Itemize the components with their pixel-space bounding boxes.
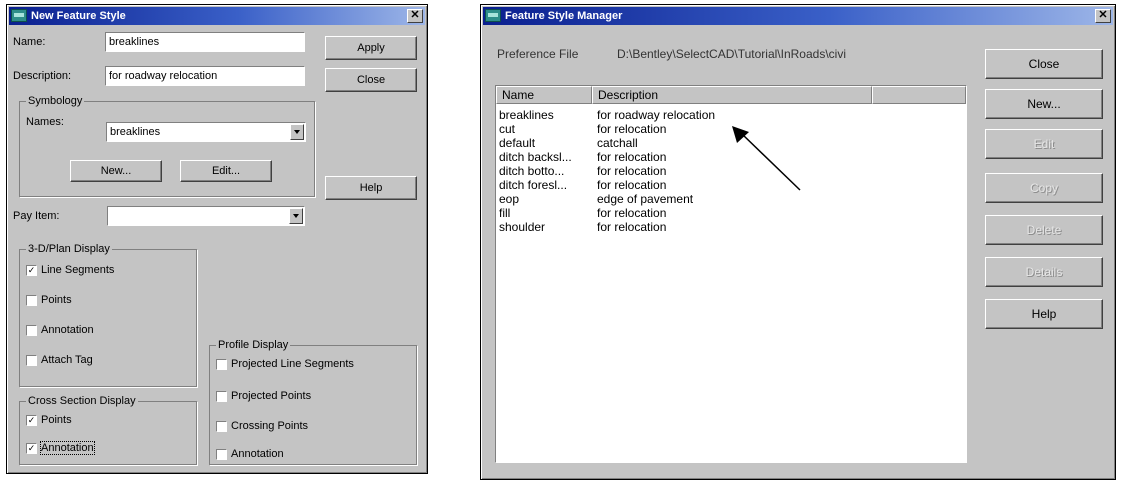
line-segments-checkbox[interactable]: ✓ Line Segments [26,264,114,277]
new-button[interactable]: New... [985,89,1103,119]
column-header-spacer [872,86,966,104]
row-description: for relocation [597,150,667,164]
pay-item-label: Pay Item: [13,210,60,222]
row-name: cut [499,122,516,136]
checkbox-label: Projected Line Segments [231,358,354,370]
checkbox-label: Annotation [231,448,284,460]
dialog-title: Feature Style Manager [505,10,623,22]
row-description: for relocation [597,220,667,234]
close-button[interactable]: Close [985,49,1103,79]
names-select[interactable]: breaklines [106,122,306,142]
description-input[interactable]: for roadway relocation [105,66,305,86]
row-description: for relocation [597,164,667,178]
checkbox-label: Points [41,294,72,306]
checkbox-box[interactable] [26,294,37,306]
close-button[interactable]: Close [325,68,417,92]
row-name: breaklines [499,108,554,122]
list-item[interactable]: breaklines for roadway relocation [496,108,966,122]
checkbox-box[interactable] [216,448,227,460]
projected-line-segments-checkbox[interactable]: Projected Line Segments [216,358,354,371]
crossing-points-checkbox[interactable]: Crossing Points [216,420,308,433]
row-name: ditch foresl... [499,178,568,192]
profile-annotation-checkbox[interactable]: Annotation [216,448,284,461]
xs-annotation-checkbox[interactable]: ✓ Annotation [26,441,95,455]
row-description: for roadway relocation [597,108,716,122]
help-button[interactable]: Help [325,176,417,200]
app-icon [11,9,27,22]
checkbox-label: Annotation [41,324,94,336]
cross-section-title: Cross Section Display [26,395,138,407]
close-icon[interactable]: ✕ [1095,9,1111,23]
new-feature-style-dialog: New Feature Style ✕ Name: breaklines Des… [6,4,428,474]
details-button[interactable]: Details [985,257,1103,287]
chevron-down-icon[interactable] [290,124,304,140]
profile-display-title: Profile Display [216,339,291,351]
checkbox-box[interactable] [26,354,37,366]
points-checkbox[interactable]: Points [26,294,72,307]
row-description: for relocation [597,122,667,136]
cross-section-group: Cross Section Display ✓ Points ✓ Annotatio… [19,395,197,465]
edit-button[interactable]: Edit [985,129,1103,159]
checkbox-label: Attach Tag [41,354,93,366]
checkbox-label: Crossing Points [231,420,309,432]
chevron-down-icon[interactable] [289,208,303,224]
checkbox-label: Annotation [40,441,95,455]
delete-button[interactable]: Delete [985,215,1103,245]
checkbox-box[interactable] [216,420,227,432]
apply-button[interactable]: Apply [325,36,417,60]
row-name: fill [499,206,511,220]
checkbox-label: Points [41,414,72,426]
checkbox-box[interactable] [216,358,227,370]
annotation-checkbox[interactable]: Annotation [26,324,94,337]
close-icon[interactable]: ✕ [407,9,423,23]
column-header-name[interactable]: Name [496,86,592,104]
profile-display-group: Profile Display Projected Line Segments … [209,339,417,465]
preference-file-label: Preference File [497,47,579,61]
names-label: Names: [26,116,64,128]
row-name: ditch botto... [499,164,565,178]
help-button[interactable]: Help [985,299,1103,329]
row-description: for relocation [597,178,667,192]
pay-item-select[interactable] [107,206,305,226]
description-label: Description: [13,70,72,82]
pointer-arrow-icon [732,126,801,191]
checkbox-box[interactable]: ✓ [26,264,37,276]
dialog-title: New Feature Style [31,10,126,22]
name-input[interactable]: breaklines [105,32,305,52]
row-description: edge of pavement [597,192,694,206]
checkbox-box[interactable]: ✓ [26,442,37,454]
copy-button[interactable]: Copy [985,173,1103,203]
list-item[interactable]: fill for relocation [496,206,966,220]
row-name: default [499,136,536,150]
preference-file-path: D:\Bentley\SelectCAD\Tutorial\InRoads\ci… [617,47,846,61]
checkbox-box[interactable] [26,324,37,336]
names-select-value: breaklines [110,126,161,138]
row-name: ditch backsl... [499,150,572,164]
row-name: shoulder [499,220,546,234]
plan-display-title: 3-D/Plan Display [26,243,112,255]
new-symbology-button[interactable]: New... [70,160,162,182]
feature-style-list[interactable]: Name Description breaklines for roadway r… [495,85,967,463]
row-name: eop [499,192,520,206]
row-description: for relocation [597,206,667,220]
checkbox-box[interactable] [216,390,227,402]
feature-style-manager-dialog: Feature Style Manager ✕ Preference File … [480,4,1116,480]
checkbox-box[interactable]: ✓ [26,414,37,426]
title-bar[interactable]: Feature Style Manager ✕ [483,7,1113,25]
checkbox-label: Projected Points [231,390,312,402]
projected-points-checkbox[interactable]: Projected Points [216,390,311,403]
name-label: Name: [13,36,46,48]
checkbox-label: Line Segments [41,264,115,276]
column-header-description[interactable]: Description [592,86,872,104]
plan-display-group: 3-D/Plan Display ✓ Line Segments Points A… [19,243,197,387]
row-description: catchall [597,136,638,150]
app-icon [485,9,501,22]
symbology-title: Symbology [26,95,85,107]
list-item[interactable]: shoulder for relocation [496,220,966,234]
attach-tag-checkbox[interactable]: Attach Tag [26,354,93,367]
title-bar[interactable]: New Feature Style ✕ [9,7,425,25]
edit-symbology-button[interactable]: Edit... [180,160,272,182]
xs-points-checkbox[interactable]: ✓ Points [26,414,72,427]
symbology-group: Symbology Names: breaklines New... Edit.… [19,95,315,197]
